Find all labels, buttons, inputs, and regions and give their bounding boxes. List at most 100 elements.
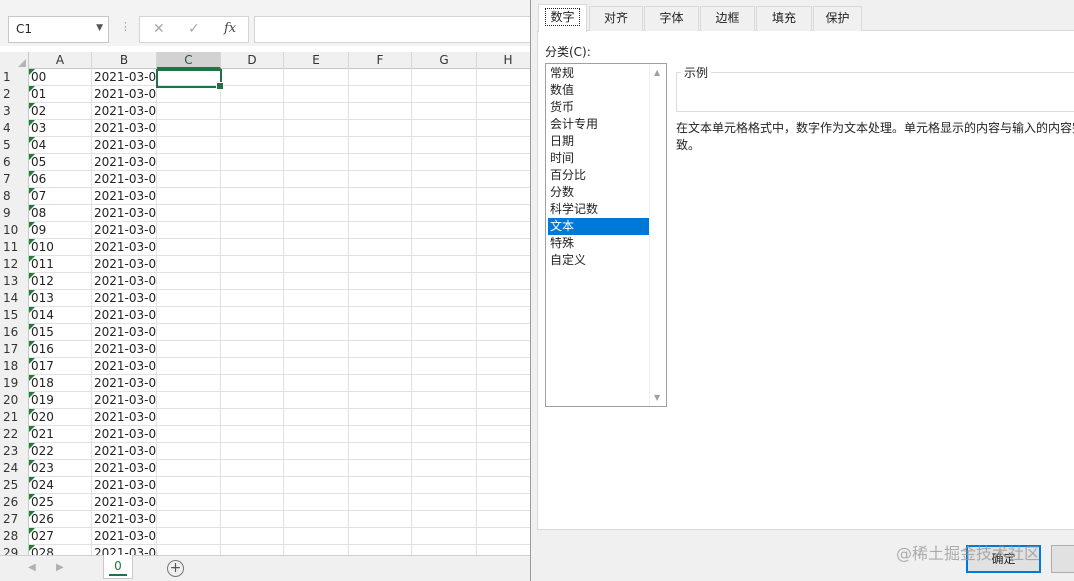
cell-f[interactable]: [349, 358, 412, 375]
cell-e[interactable]: [284, 69, 349, 86]
cell-f[interactable]: [349, 273, 412, 290]
cell-d[interactable]: [221, 324, 284, 341]
scroll-up-icon[interactable]: ▲: [654, 68, 660, 77]
column-header-d[interactable]: D: [221, 52, 284, 69]
cell-e[interactable]: [284, 273, 349, 290]
cell-e[interactable]: [284, 409, 349, 426]
cell-e[interactable]: [284, 460, 349, 477]
cell-h[interactable]: [477, 460, 530, 477]
cell-f[interactable]: [349, 188, 412, 205]
cell-d[interactable]: [221, 171, 284, 188]
cell-g[interactable]: [412, 358, 477, 375]
row-header[interactable]: 25: [0, 477, 29, 494]
cell-f[interactable]: [349, 256, 412, 273]
row-header[interactable]: 3: [0, 103, 29, 120]
cell-c[interactable]: [157, 86, 221, 103]
cell-g[interactable]: [412, 528, 477, 545]
cell-d[interactable]: [221, 341, 284, 358]
cell-h[interactable]: [477, 103, 530, 120]
cell-a[interactable]: 04: [29, 137, 92, 154]
cell-h[interactable]: [477, 477, 530, 494]
cell-b[interactable]: 2021-03-03: [92, 511, 157, 528]
cell-h[interactable]: [477, 307, 530, 324]
cell-e[interactable]: [284, 222, 349, 239]
cell-e[interactable]: [284, 103, 349, 120]
cell-d[interactable]: [221, 222, 284, 239]
cell-f[interactable]: [349, 171, 412, 188]
cell-c[interactable]: [157, 120, 221, 137]
cell-f[interactable]: [349, 392, 412, 409]
category-scrollbar[interactable]: ▲ ▼: [649, 64, 666, 406]
cell-d[interactable]: [221, 528, 284, 545]
row-header[interactable]: 23: [0, 443, 29, 460]
cell-d[interactable]: [221, 477, 284, 494]
cell-f[interactable]: [349, 120, 412, 137]
insert-function-button[interactable]: fx: [224, 21, 236, 36]
cell-b[interactable]: 2021-03-03: [92, 409, 157, 426]
cell-b[interactable]: 2021-03-03: [92, 188, 157, 205]
cell-b[interactable]: 2021-03-03: [92, 392, 157, 409]
cell-e[interactable]: [284, 205, 349, 222]
cell-e[interactable]: [284, 290, 349, 307]
cell-d[interactable]: [221, 460, 284, 477]
cell-a[interactable]: 021: [29, 426, 92, 443]
cell-d[interactable]: [221, 358, 284, 375]
row-header[interactable]: 9: [0, 205, 29, 222]
cell-g[interactable]: [412, 188, 477, 205]
cell-g[interactable]: [412, 120, 477, 137]
row-header[interactable]: 2: [0, 86, 29, 103]
cell-d[interactable]: [221, 256, 284, 273]
cell-e[interactable]: [284, 137, 349, 154]
category-item[interactable]: 自定义: [548, 252, 649, 269]
cell-d[interactable]: [221, 545, 284, 555]
cell-b[interactable]: 2021-03-03: [92, 460, 157, 477]
cell-b[interactable]: 2021-03-03: [92, 222, 157, 239]
cell-h[interactable]: [477, 545, 530, 555]
cell-h[interactable]: [477, 528, 530, 545]
cell-a[interactable]: 08: [29, 205, 92, 222]
cell-f[interactable]: [349, 324, 412, 341]
cell-g[interactable]: [412, 460, 477, 477]
cell-f[interactable]: [349, 477, 412, 494]
cell-d[interactable]: [221, 290, 284, 307]
row-header[interactable]: 27: [0, 511, 29, 528]
cell-g[interactable]: [412, 511, 477, 528]
cell-g[interactable]: [412, 137, 477, 154]
category-item[interactable]: 科学记数: [548, 201, 649, 218]
cell-e[interactable]: [284, 256, 349, 273]
row-header[interactable]: 1: [0, 69, 29, 86]
tab-fill[interactable]: 填充: [756, 6, 812, 31]
row-header[interactable]: 16: [0, 324, 29, 341]
cell-d[interactable]: [221, 239, 284, 256]
cell-c[interactable]: [157, 205, 221, 222]
next-sheet-icon[interactable]: ▶: [56, 562, 64, 573]
cell-h[interactable]: [477, 120, 530, 137]
cell-e[interactable]: [284, 494, 349, 511]
cell-c[interactable]: [157, 239, 221, 256]
cell-c[interactable]: [157, 341, 221, 358]
cell-h[interactable]: [477, 171, 530, 188]
cell-h[interactable]: [477, 494, 530, 511]
cell-e[interactable]: [284, 545, 349, 555]
row-header[interactable]: 6: [0, 154, 29, 171]
category-list[interactable]: ▲ ▼ 常规 数值 货币 会计专用 日期 时间 百分比 分数 科学记数 文本 特殊 自定义: [545, 63, 667, 407]
cell-h[interactable]: [477, 426, 530, 443]
cell-b[interactable]: 2021-03-03: [92, 205, 157, 222]
cell-b[interactable]: 2021-03-03: [92, 239, 157, 256]
cell-c[interactable]: [157, 511, 221, 528]
cell-b[interactable]: 2021-03-03: [92, 341, 157, 358]
cell-h[interactable]: [477, 358, 530, 375]
category-item[interactable]: 会计专用: [548, 116, 649, 133]
row-header[interactable]: 12: [0, 256, 29, 273]
cell-b[interactable]: 2021-03-03: [92, 528, 157, 545]
row-header[interactable]: 22: [0, 426, 29, 443]
cell-a[interactable]: 03: [29, 120, 92, 137]
tab-border[interactable]: 边框: [700, 6, 755, 31]
cell-g[interactable]: [412, 392, 477, 409]
cell-h[interactable]: [477, 188, 530, 205]
cell-b[interactable]: 2021-03-03: [92, 273, 157, 290]
cell-a[interactable]: 02: [29, 103, 92, 120]
row-header[interactable]: 21: [0, 409, 29, 426]
cell-b[interactable]: 2021-03-03: [92, 256, 157, 273]
name-box[interactable]: C1 ▼: [8, 16, 109, 43]
